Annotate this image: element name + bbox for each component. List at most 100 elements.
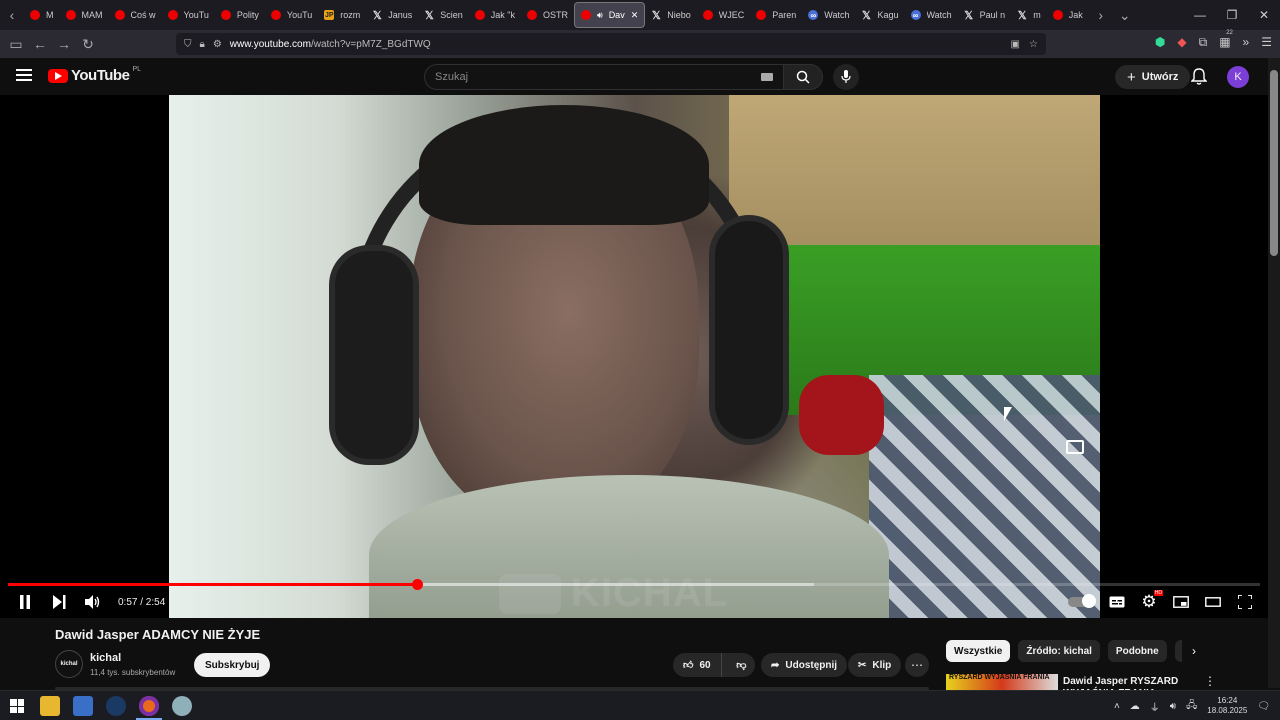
youtube-logo[interactable]: YouTube PL	[48, 66, 141, 84]
forward-icon[interactable]: →	[52, 36, 76, 52]
vpn-extension-icon[interactable]: ⬢	[1155, 35, 1165, 50]
recommendation-title[interactable]: Dawid Jasper RYSZARD WYJAŚNIA FRANIA	[1063, 676, 1193, 690]
back-icon[interactable]: ←	[28, 36, 52, 52]
filter-chip[interactable]: Podobne	[1107, 640, 1167, 662]
cloud-icon[interactable]: ☁	[1130, 701, 1140, 712]
browser-tab[interactable]: Coś w	[109, 0, 162, 30]
close-tab-icon[interactable]: ✕	[631, 10, 639, 21]
lock-icon[interactable]: 🔒︎	[200, 39, 205, 50]
recommendation-more-icon[interactable]: ⋮	[1204, 674, 1216, 688]
notifications-icon[interactable]: 🗨︎	[1257, 701, 1270, 712]
autoplay-toggle[interactable]	[1068, 594, 1096, 608]
voice-search-button[interactable]	[833, 64, 859, 90]
extension-icon[interactable]: ◆	[1177, 35, 1186, 50]
browser-tab[interactable]: 𝕏 Kagu	[855, 0, 904, 30]
channel-name[interactable]: kichal	[90, 652, 121, 664]
monitor-app-icon[interactable]	[73, 696, 93, 716]
address-bar[interactable]: ⛉ 🔒︎ ⚙︎ www.youtube.com/watch?v=pM7Z_BGd…	[176, 33, 1046, 55]
browser-tab[interactable]: YouTu	[265, 0, 318, 30]
settings-button[interactable]: ⚙︎ HD	[1140, 590, 1163, 611]
usb-icon[interactable]: ⏚	[1150, 699, 1160, 714]
browser-tab[interactable]: Polity	[215, 0, 265, 30]
notifications-bell-icon[interactable]	[1191, 68, 1207, 86]
search-button[interactable]	[783, 64, 823, 90]
bookmark-star-icon[interactable]: ☆	[1029, 39, 1038, 50]
mute-button[interactable]	[84, 593, 102, 611]
tabs-scroll-left-icon[interactable]: ‹	[0, 7, 24, 23]
browser-tab[interactable]: M	[24, 0, 60, 30]
tab-audio-icon[interactable]: 🔊︎	[597, 10, 603, 21]
filter-chip[interactable]: Dla C	[1174, 640, 1182, 662]
firefox-icon[interactable]	[139, 696, 159, 716]
recommendation-thumbnail[interactable]: RYSZARD WYJAŚNIA FRANIA	[946, 674, 1058, 690]
minimize-icon[interactable]: —	[1184, 8, 1216, 22]
video-frame[interactable]: KICHAL	[169, 95, 1100, 618]
app-menu-icon[interactable]: ☰	[1261, 35, 1272, 50]
addon-badge-icon[interactable]: ▦ 22	[1219, 30, 1233, 50]
shield-icon[interactable]: ⛉	[184, 39, 192, 50]
filter-chip[interactable]: Wszystkie	[946, 640, 1011, 662]
app-icon[interactable]	[172, 696, 192, 716]
browser-tab[interactable]: 𝕏 Janus	[366, 0, 418, 30]
account-avatar[interactable]: K	[1227, 66, 1249, 88]
browser-tab[interactable]: YouTu	[162, 0, 215, 30]
tab-list-chevron-icon[interactable]: ⌄	[1113, 7, 1137, 24]
video-player[interactable]: KICHAL 0:57 / 2:54 ⚙︎ HD	[0, 95, 1268, 618]
reader-view-icon[interactable]: ▣	[1011, 39, 1020, 50]
browser-tab[interactable]: JP rozm	[318, 0, 366, 30]
share-button[interactable]: ➦ Udostępnij	[761, 653, 848, 677]
chips-next-chevron-icon[interactable]: ›	[1192, 644, 1196, 658]
hamburger-menu-icon[interactable]	[16, 69, 32, 81]
browser-tab[interactable]: OSTR	[521, 0, 574, 30]
browser-tab[interactable]: 𝕏 Niebo	[645, 0, 697, 30]
channel-avatar[interactable]: kichal	[55, 650, 83, 678]
overflow-chevron-icon[interactable]: »	[1243, 35, 1250, 50]
browser-tab[interactable]: Jak	[1047, 0, 1089, 30]
youtube-play-logo-icon	[48, 68, 68, 83]
miniplayer-button[interactable]	[1172, 593, 1190, 611]
progress-bar[interactable]	[8, 579, 1260, 590]
browser-tab[interactable]: ∞ Watch	[802, 0, 855, 30]
browser-tab[interactable]: 𝕏 Paul n	[958, 0, 1012, 30]
clip-button[interactable]: ✂ Klip	[848, 653, 902, 677]
scrollbar-thumb[interactable]	[1270, 70, 1278, 256]
reload-icon[interactable]: ↻	[76, 36, 100, 53]
browser-tab[interactable]: ∞ Watch	[905, 0, 958, 30]
browser-tab[interactable]: Paren	[750, 0, 802, 30]
more-actions-button[interactable]: ⋯	[905, 653, 929, 677]
pause-button[interactable]	[16, 593, 34, 611]
fullscreen-button[interactable]	[1236, 593, 1254, 611]
restore-icon[interactable]: ❐	[1216, 8, 1248, 22]
dislike-button[interactable]: 👎︎	[728, 653, 755, 677]
close-window-icon[interactable]: ✕	[1248, 8, 1280, 22]
steam-icon[interactable]	[106, 696, 126, 716]
subscribe-button[interactable]: Subskrybuj	[194, 653, 271, 677]
like-button[interactable]: 👍︎ 60	[673, 653, 722, 677]
create-button[interactable]: + Utwórz	[1115, 65, 1191, 89]
filter-chip[interactable]: Źródło: kichal	[1018, 640, 1100, 662]
page-scrollbar[interactable]	[1268, 58, 1280, 688]
volume-tray-icon[interactable]: 🔊︎	[1170, 701, 1176, 712]
theater-mode-button[interactable]	[1204, 593, 1222, 611]
browser-tab-label: Niebo	[667, 10, 691, 20]
browser-tab[interactable]: 𝕏 Scien	[418, 0, 469, 30]
tray-overflow-chevron-icon[interactable]: ˄	[1114, 701, 1120, 712]
picture-in-picture-hint-icon[interactable]	[1066, 440, 1084, 454]
clock[interactable]: 16:24 18.08.2025	[1207, 696, 1247, 716]
network-icon[interactable]: 🖧︎	[1186, 698, 1197, 715]
browser-tab[interactable]: 𝕏m	[1011, 0, 1047, 30]
extensions-puzzle-icon[interactable]: ⧉	[1199, 35, 1208, 50]
browser-tab[interactable]: 🔊︎ Dav ✕	[574, 2, 646, 28]
page-settings-icon[interactable]: ⚙︎	[213, 39, 222, 50]
browser-tab[interactable]: WJEC	[697, 0, 751, 30]
windows-start-icon[interactable]	[10, 699, 24, 713]
file-explorer-icon[interactable]	[40, 696, 60, 716]
keyboard-icon[interactable]	[761, 73, 773, 81]
browser-tab[interactable]: Jak "k	[469, 0, 521, 30]
sidebar-toggle-icon[interactable]: ▭	[4, 36, 28, 53]
tabs-scroll-right-icon[interactable]: ›	[1089, 7, 1113, 23]
search-input[interactable]: Szukaj	[424, 64, 784, 90]
subtitles-button[interactable]	[1108, 593, 1126, 611]
browser-tab[interactable]: MAM	[60, 0, 109, 30]
next-video-button[interactable]	[50, 593, 68, 611]
